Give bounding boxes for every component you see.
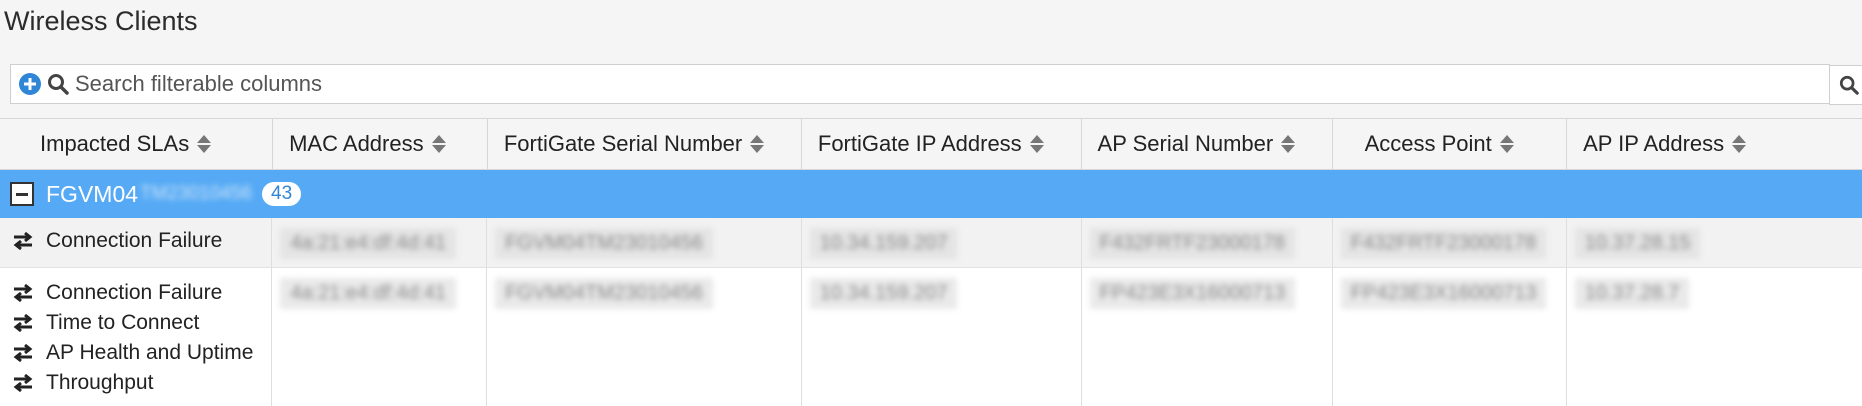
cell-mac-address: 4a:21:e4:df:4d:41 (272, 268, 488, 406)
column-header-fortigate-ip[interactable]: FortiGate IP Address (802, 119, 1082, 169)
cell-impacted-slas: Connection Failure (0, 218, 273, 267)
table-header: Impacted SLAs MAC Address FortiGate Seri… (0, 118, 1862, 170)
column-header-ap-ip[interactable]: AP IP Address (1567, 119, 1862, 169)
fortigate-serial-value: FGVM04TM23010456 (495, 228, 713, 259)
search-icon[interactable] (47, 73, 69, 95)
count-badge: 43 (262, 182, 302, 206)
sla-label: Time to Connect (46, 311, 200, 334)
group-row[interactable]: FGVM04 TM23010456 43 (0, 170, 1862, 218)
sort-icon[interactable] (431, 135, 446, 153)
sla-item: Connection Failure (12, 278, 271, 308)
search-input[interactable] (75, 65, 1829, 103)
cell-fortigate-ip: 10.34.159.207 (802, 218, 1082, 267)
sla-item: Throughput (12, 368, 271, 398)
ap-ip-value: 10.37.28.15 (1574, 228, 1701, 259)
sla-label: AP Health and Uptime (46, 341, 254, 364)
table-row[interactable]: Connection Failure 4a:21:e4:df:4d:41 FGV… (0, 218, 1862, 268)
sort-icon[interactable] (1732, 135, 1747, 153)
column-header-label: Impacted SLAs (40, 131, 190, 156)
cell-ap-ip: 10.37.28.7 (1567, 268, 1862, 406)
column-header-label: AP Serial Number (1097, 131, 1274, 156)
column-header-label: AP IP Address (1583, 131, 1725, 156)
search-bar (10, 64, 1862, 105)
swap-arrows-icon (13, 343, 33, 363)
cell-ap-ip: 10.37.28.15 (1567, 218, 1862, 267)
fortigate-ip-value: 10.34.159.207 (809, 278, 958, 309)
ap-ip-value: 10.37.28.7 (1574, 278, 1690, 309)
sla-label: Connection Failure (46, 281, 223, 304)
fortigate-ip-value: 10.34.159.207 (809, 228, 958, 259)
column-header-impacted-slas[interactable]: Impacted SLAs (0, 119, 274, 169)
ap-serial-value: FP423E3X16000713 (1089, 278, 1296, 309)
minus-square-icon[interactable] (10, 182, 34, 206)
cell-ap-serial: FP423E3X16000713 (1082, 268, 1333, 406)
column-header-access-point[interactable]: Access Point (1333, 119, 1568, 169)
group-name: FGVM04 (46, 180, 139, 207)
search-button[interactable] (1829, 65, 1862, 105)
search-icon (1839, 75, 1859, 95)
cell-ap-serial: F432FRTF23000178 (1082, 218, 1333, 267)
column-header-label: Access Point (1364, 131, 1492, 156)
cell-access-point: F432FRTF23000178 (1333, 218, 1567, 267)
cell-fortigate-serial: FGVM04TM23010456 (487, 218, 802, 267)
sla-label: Throughput (46, 371, 154, 394)
ap-serial-value: F432FRTF23000178 (1089, 228, 1295, 259)
column-header-ap-serial[interactable]: AP Serial Number (1082, 119, 1333, 169)
clients-table: Impacted SLAs MAC Address FortiGate Seri… (0, 118, 1862, 406)
swap-arrows-icon (13, 231, 33, 251)
page-title: Wireless Clients (4, 6, 198, 36)
mac-address-value: 4a:21:e4:df:4d:41 (280, 228, 457, 259)
sla-label: Connection Failure (46, 229, 223, 252)
mac-address-value: 4a:21:e4:df:4d:41 (280, 278, 457, 309)
sla-item: AP Health and Uptime (12, 338, 271, 368)
column-header-mac-address[interactable]: MAC Address (273, 119, 488, 169)
table-row[interactable]: Connection Failure Time to Connect AP He… (0, 268, 1862, 406)
column-header-label: MAC Address (289, 131, 424, 156)
cell-impacted-slas: Connection Failure Time to Connect AP He… (0, 268, 273, 406)
swap-arrows-icon (13, 313, 33, 333)
sla-item: Time to Connect (12, 308, 271, 338)
group-name-redacted: TM23010456 (140, 183, 252, 204)
column-header-fortigate-serial[interactable]: FortiGate Serial Number (488, 119, 802, 169)
plus-circle-icon[interactable] (19, 73, 41, 95)
access-point-value: F432FRTF23000178 (1340, 228, 1547, 259)
cell-access-point: FP423E3X16000713 (1333, 268, 1567, 406)
sort-icon[interactable] (1029, 135, 1044, 153)
sla-item: Connection Failure (12, 226, 271, 256)
sort-icon[interactable] (1499, 135, 1514, 153)
fortigate-serial-value: FGVM04TM23010456 (495, 278, 713, 309)
sort-icon[interactable] (197, 135, 212, 153)
access-point-value: FP423E3X16000713 (1340, 278, 1547, 309)
swap-arrows-icon (13, 283, 33, 303)
sort-icon[interactable] (1281, 135, 1296, 153)
column-header-label: FortiGate IP Address (817, 131, 1022, 156)
cell-fortigate-ip: 10.34.159.207 (802, 268, 1082, 406)
swap-arrows-icon (13, 373, 33, 393)
cell-fortigate-serial: FGVM04TM23010456 (487, 268, 802, 406)
column-header-label: FortiGate Serial Number (503, 131, 743, 156)
sort-icon[interactable] (750, 135, 765, 153)
cell-mac-address: 4a:21:e4:df:4d:41 (272, 218, 488, 267)
